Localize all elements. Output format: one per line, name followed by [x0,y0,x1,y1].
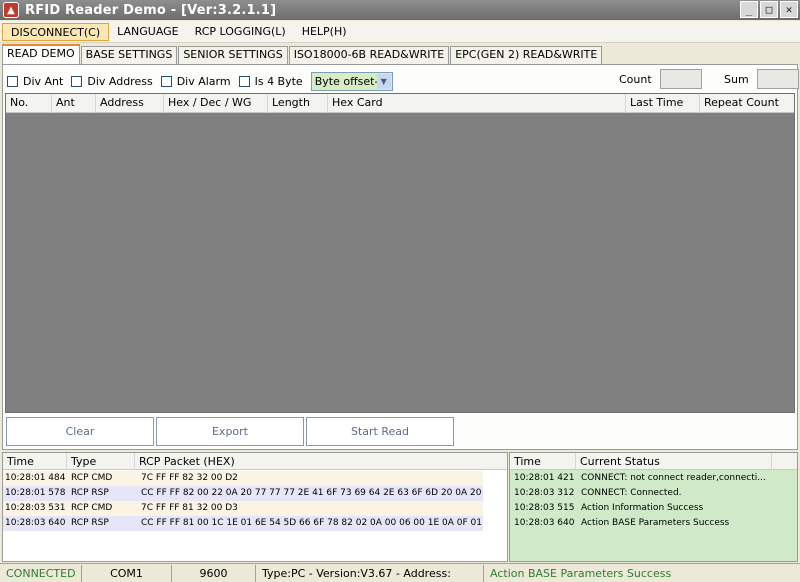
packet-hex: 7C FF FF 82 32 00 D2 [141,473,238,483]
col-last-time[interactable]: Last Time [626,94,700,113]
status-col-time[interactable]: Time [510,453,576,470]
is-4-byte-option[interactable]: Is 4 Byte [238,74,303,88]
packet-col-time[interactable]: Time [3,453,67,470]
is-4-byte-checkbox[interactable] [238,75,250,87]
packet-log-header: Time Type RCP Packet (HEX) [3,453,507,470]
packet-hex: CC FF FF 82 00 22 0A 20 77 77 77 2E 41 6… [141,488,483,498]
count-group: Count [619,69,702,89]
div-address-option[interactable]: Div Address [71,74,153,88]
start-read-button[interactable]: Start Read [306,417,454,446]
col-length[interactable]: Length [268,94,328,113]
tab-epc-gen2[interactable]: EPC(GEN 2) READ&WRITE [450,46,603,64]
tab-read-demo[interactable]: READ DEMO [2,44,80,64]
byte-offset-select[interactable]: Byte offset-0 ▼ [310,71,393,91]
div-alarm-checkbox[interactable] [160,75,172,87]
div-ant-label: Div Ant [23,74,64,88]
packet-row[interactable]: 10:28:03 531 RCP CMD 7C FF FF 81 32 00 D… [3,501,483,516]
connection-status: CONNECTED [0,564,82,582]
last-action-status: Action BASE Parameters Success [490,566,672,580]
status-time: 10:28:03 640 [514,518,575,528]
title-bar: ▲ RFID Reader Demo - [Ver:3.2.1.1] _ □ ✕ [0,0,800,20]
window-title: RFID Reader Demo - [Ver:3.2.1.1] [25,2,277,18]
export-button[interactable]: Export [156,417,304,446]
status-message: Action BASE Parameters Success [581,518,730,528]
count-field [659,69,702,89]
app-logo-icon: ▲ [3,2,19,18]
status-col-current[interactable]: Current Status [576,453,772,470]
div-ant-option[interactable]: Div Ant [7,75,63,88]
status-row[interactable]: 10:28:03 640 Action BASE Parameters Succ… [510,516,797,531]
status-row[interactable]: 10:28:03 515 Action Information Success [510,501,797,516]
col-hex-dec-wg[interactable]: Hex / Dec / WG [164,94,268,113]
close-button[interactable]: ✕ [780,1,798,18]
status-message: CONNECT: not connect reader,connecti... [581,473,766,483]
status-log[interactable]: Time Current Status 10:28:01 421 CONNECT… [509,452,798,562]
tab-base-settings[interactable]: BASE SETTINGS [80,46,178,64]
status-message: Action Information Success [581,503,704,513]
packet-type: RCP RSP [71,518,109,528]
packet-type: RCP CMD [71,473,113,483]
sum-label: Sum [724,72,749,86]
minimize-button[interactable]: _ [740,1,758,18]
menu-language[interactable]: LANGUAGE [109,23,187,41]
col-no[interactable]: No. [6,94,52,113]
rcp-packet-log[interactable]: Time Type RCP Packet (HEX) 10:28:01 484 … [2,452,508,562]
packet-time: 10:28:03 531 [5,503,66,513]
div-address-checkbox[interactable] [71,75,83,87]
packet-col-type[interactable]: Type [67,453,135,470]
device-status: Type:PC - Version:V3.67 - Address: 65535 [256,564,484,582]
status-row[interactable]: 10:28:03 312 CONNECT: Connected. [510,486,797,501]
packet-type: RCP RSP [71,488,109,498]
packet-time: 10:28:01 484 [5,473,66,483]
status-bar: CONNECTED COM1 9600 Type:PC - Version:V3… [0,563,800,582]
byte-offset-value: Byte offset-0 [314,74,386,88]
packet-row[interactable]: 10:28:01 484 RCP CMD 7C FF FF 82 32 00 D… [3,471,483,486]
status-row[interactable]: 10:28:01 421 CONNECT: not connect reader… [510,471,797,486]
maximize-button[interactable]: □ [760,1,778,18]
options-row: Div Ant Div Address Div Alarm Is 4 Byte … [7,71,393,91]
col-repeat-count[interactable]: Repeat Count [700,94,796,113]
packet-type: RCP CMD [71,503,113,513]
menu-rcp-logging[interactable]: RCP LOGGING(L) [187,23,294,41]
tab-senior-settings[interactable]: SENIOR SETTINGS [178,46,288,64]
status-time: 10:28:01 421 [514,473,575,483]
col-address[interactable]: Address [96,94,164,113]
packet-row[interactable]: 10:28:01 578 RCP RSP CC FF FF 82 00 22 0… [3,486,483,501]
tag-results-grid[interactable]: No. Ant Address Hex / Dec / WG Length He… [5,93,795,413]
port-status: COM1 [82,564,172,582]
packet-time: 10:28:01 578 [5,488,66,498]
packet-row[interactable]: 10:28:03 640 RCP RSP CC FF FF 81 00 1C 1… [3,516,483,531]
status-time: 10:28:03 515 [514,503,575,513]
div-alarm-label: Div Alarm [176,74,231,88]
col-ant[interactable]: Ant [52,94,96,113]
menu-help[interactable]: HELP(H) [294,23,355,41]
sum-group: Sum [724,69,799,89]
div-ant-checkbox[interactable] [7,75,18,87]
tab-iso18000-6b[interactable]: ISO18000-6B READ&WRITE [288,46,450,64]
packet-hex: 7C FF FF 81 32 00 D3 [141,503,238,513]
sum-field [756,69,799,89]
tab-strip: READ DEMO BASE SETTINGS SENIOR SETTINGS … [2,44,603,64]
div-address-label: Div Address [87,74,153,88]
status-log-header: Time Current Status [510,453,797,470]
status-time: 10:28:03 312 [514,488,575,498]
packet-col-packet[interactable]: RCP Packet (HEX) [135,453,507,470]
grid-header: No. Ant Address Hex / Dec / WG Length He… [6,94,794,113]
div-alarm-option[interactable]: Div Alarm [160,74,231,88]
read-demo-panel: Div Ant Div Address Div Alarm Is 4 Byte … [2,64,799,450]
chevron-down-icon[interactable]: ▼ [376,73,391,89]
is-4-byte-label: Is 4 Byte [254,74,303,88]
menu-disconnect[interactable]: DISCONNECT(C) [2,22,110,41]
packet-hex: CC FF FF 81 00 1C 1E 01 6E 54 5D 66 6F 7… [141,518,483,528]
col-hex-card[interactable]: Hex Card [328,94,626,113]
clear-button[interactable]: Clear [6,417,154,446]
menu-bar: DISCONNECT(C) LANGUAGE RCP LOGGING(L) HE… [0,21,800,43]
packet-time: 10:28:03 640 [5,518,66,528]
baud-status: 9600 [172,564,256,582]
status-message: CONNECT: Connected. [581,488,682,498]
count-label: Count [619,72,652,86]
